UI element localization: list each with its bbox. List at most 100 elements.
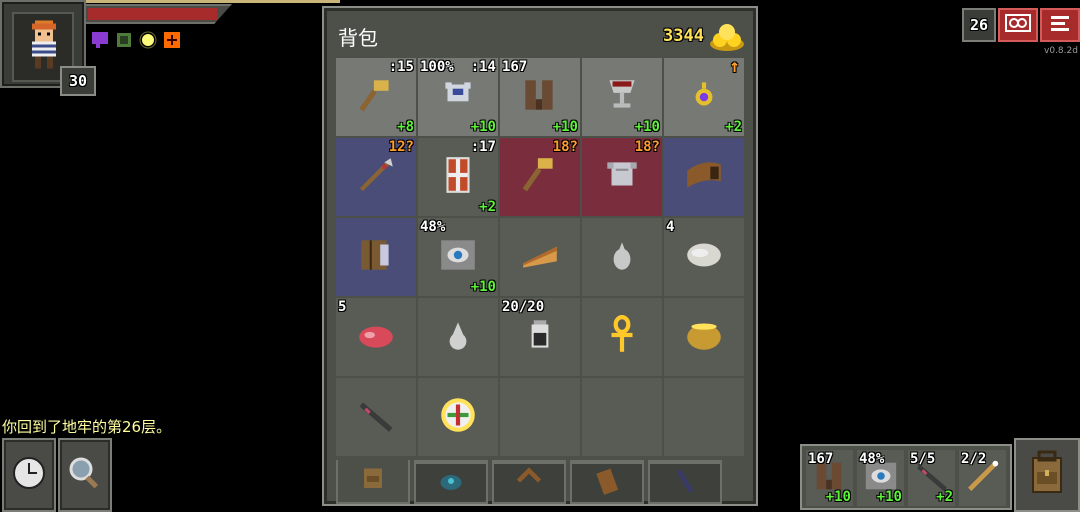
- goblet-icon: [601, 74, 643, 120]
- backpack-slot-pie[interactable]: [500, 218, 580, 296]
- backpack-slot-spear[interactable]: 12?: [336, 138, 416, 216]
- armor-icon: [437, 74, 479, 120]
- slot-label-tr: :15: [388, 59, 414, 75]
- bag-tabs: [336, 460, 722, 504]
- buff-row: [90, 30, 182, 50]
- spear-icon: [355, 154, 397, 200]
- quickslot-4[interactable]: 2/2: [959, 450, 1006, 506]
- slot-label-tr: :14: [470, 59, 496, 75]
- spellbook-icon: [355, 234, 397, 280]
- backpack-slot-chestplate[interactable]: 18?: [582, 138, 662, 216]
- backpack-slot-boots[interactable]: 167 +10: [500, 58, 580, 136]
- menu-icon: [1049, 13, 1071, 37]
- quickslot-1[interactable]: 167 +10: [806, 450, 853, 506]
- slot-label-br: +2: [479, 199, 496, 215]
- backpack-slot-compass[interactable]: [418, 378, 498, 456]
- backpack-slot-empty[interactable]: [582, 378, 662, 456]
- quickslot-label-bottom: +10: [825, 489, 851, 505]
- backpack-slot-stone[interactable]: 4: [664, 218, 744, 296]
- boots-icon: [519, 74, 561, 120]
- slot-label-br: +10: [634, 119, 660, 135]
- backpack-slot-ankh[interactable]: [582, 298, 662, 376]
- backpack-slot-armor[interactable]: 100%:14 +10: [418, 58, 498, 136]
- game-log-message: 你回到了地牢的第26层。: [2, 418, 172, 436]
- backpack-slot-wand[interactable]: [336, 378, 416, 456]
- backpack-slot-seed[interactable]: [582, 218, 662, 296]
- eye-artifact-icon: [437, 234, 479, 280]
- slot-label-tr: 18?: [634, 139, 660, 155]
- journal-icon: [1005, 14, 1031, 36]
- warhammer-icon: [519, 154, 561, 200]
- quickslot-2[interactable]: 48% +10: [857, 450, 904, 506]
- pie-icon: [519, 234, 561, 280]
- meat-icon: [355, 314, 397, 360]
- magnifier-icon: [67, 455, 103, 495]
- backpack-slot-goblet[interactable]: +10: [582, 58, 662, 136]
- gem-pouch-tab-icon: [436, 466, 466, 500]
- backpack-slot-spellbook[interactable]: [336, 218, 416, 296]
- backpack-grid: :15 +8 100%:14 +10 167 +10 +10 ↑ +2 12?:17 +2 18? 18…: [336, 58, 748, 456]
- slot-label-tr: :17: [470, 139, 496, 155]
- chestplate-icon: [601, 154, 643, 200]
- backpack-title: 背包: [338, 26, 378, 50]
- backpack-slot-amulet[interactable]: ↑ +2: [664, 58, 744, 136]
- stone-icon: [683, 234, 725, 280]
- green-buff-icon[interactable]: [114, 30, 134, 50]
- purple-buff-icon[interactable]: [90, 30, 110, 50]
- menu-button[interactable]: [1040, 8, 1080, 42]
- horn-icon: [683, 154, 725, 200]
- backpack-slot-empty[interactable]: [500, 378, 580, 456]
- wand-holster-tab-icon: [670, 466, 700, 500]
- quickslot-label-top: 167: [808, 451, 834, 467]
- bag-tab-wand-holster[interactable]: [648, 460, 722, 504]
- hero-level-badge: 30: [60, 66, 96, 96]
- backpack-slot-hammer[interactable]: :15 +8: [336, 58, 416, 136]
- journal-button[interactable]: [998, 8, 1038, 42]
- slot-label-br: +8: [397, 119, 414, 135]
- hp-bar-fill: [88, 8, 217, 20]
- gold-count: 3344: [663, 26, 704, 46]
- light-buff-icon[interactable]: [138, 30, 158, 50]
- backpack-slot-dew-vial[interactable]: 20/20: [500, 298, 580, 376]
- gold-pile-icon: [708, 20, 746, 56]
- slot-label-br: +2: [725, 119, 742, 135]
- slot-label-br: +10: [552, 119, 578, 135]
- bag-tab-boomerang[interactable]: [492, 460, 566, 504]
- compass-icon: [437, 394, 479, 440]
- bless-buff-icon[interactable]: [162, 30, 182, 50]
- quickslot-label-top: 48%: [859, 451, 885, 467]
- backpack-icon: [1027, 450, 1067, 500]
- backpack-slot-horn[interactable]: [664, 138, 744, 216]
- backpack-slot-eye-artifact[interactable]: 48% +10: [418, 218, 498, 296]
- quickslot-label-bottom: +2: [936, 489, 953, 505]
- slot-label-tl: 48%: [420, 219, 446, 235]
- backpack-slot-honey-pot[interactable]: [664, 298, 744, 376]
- bag-tab-gem-pouch[interactable]: [414, 460, 488, 504]
- backpack-window: 背包 3344 :15 +8 100%:14 +10 167 +10 +10 ↑ +2 12?:1…: [322, 6, 758, 506]
- scroll-holder-tab-icon: [592, 466, 622, 500]
- dust-icon: [437, 314, 479, 360]
- backpack-slot-meat[interactable]: 5: [336, 298, 416, 376]
- quickslot-3[interactable]: 5/5 +2: [908, 450, 955, 506]
- wand-icon: [355, 394, 397, 440]
- backpack-tab-icon: [358, 464, 388, 498]
- hp-bar: [84, 4, 232, 24]
- slot-label-tl: 100%: [420, 59, 454, 75]
- dungeon-depth-indicator[interactable]: 26: [962, 8, 996, 42]
- backpack-slot-dust[interactable]: [418, 298, 498, 376]
- shield-icon: [437, 154, 479, 200]
- dew-vial-icon: [519, 314, 561, 360]
- backpack-button[interactable]: [1014, 438, 1080, 512]
- bag-tab-scroll-holder[interactable]: [570, 460, 644, 504]
- slot-label-tl: 167: [502, 59, 528, 75]
- search-button[interactable]: [58, 438, 112, 512]
- backpack-slot-warhammer[interactable]: 18?: [500, 138, 580, 216]
- slot-label-tr: ↑: [729, 56, 740, 77]
- wait-button[interactable]: [2, 438, 56, 512]
- slot-label-br: +10: [470, 279, 496, 295]
- backpack-slot-shield[interactable]: :17 +2: [418, 138, 498, 216]
- slot-label-tl: 20/20: [502, 299, 545, 315]
- backpack-slot-empty[interactable]: [664, 378, 744, 456]
- bag-tab-backpack[interactable]: [336, 460, 410, 504]
- quickslot-bar: 167 +10 48% +10 5/5 +2 2/2: [800, 444, 1012, 510]
